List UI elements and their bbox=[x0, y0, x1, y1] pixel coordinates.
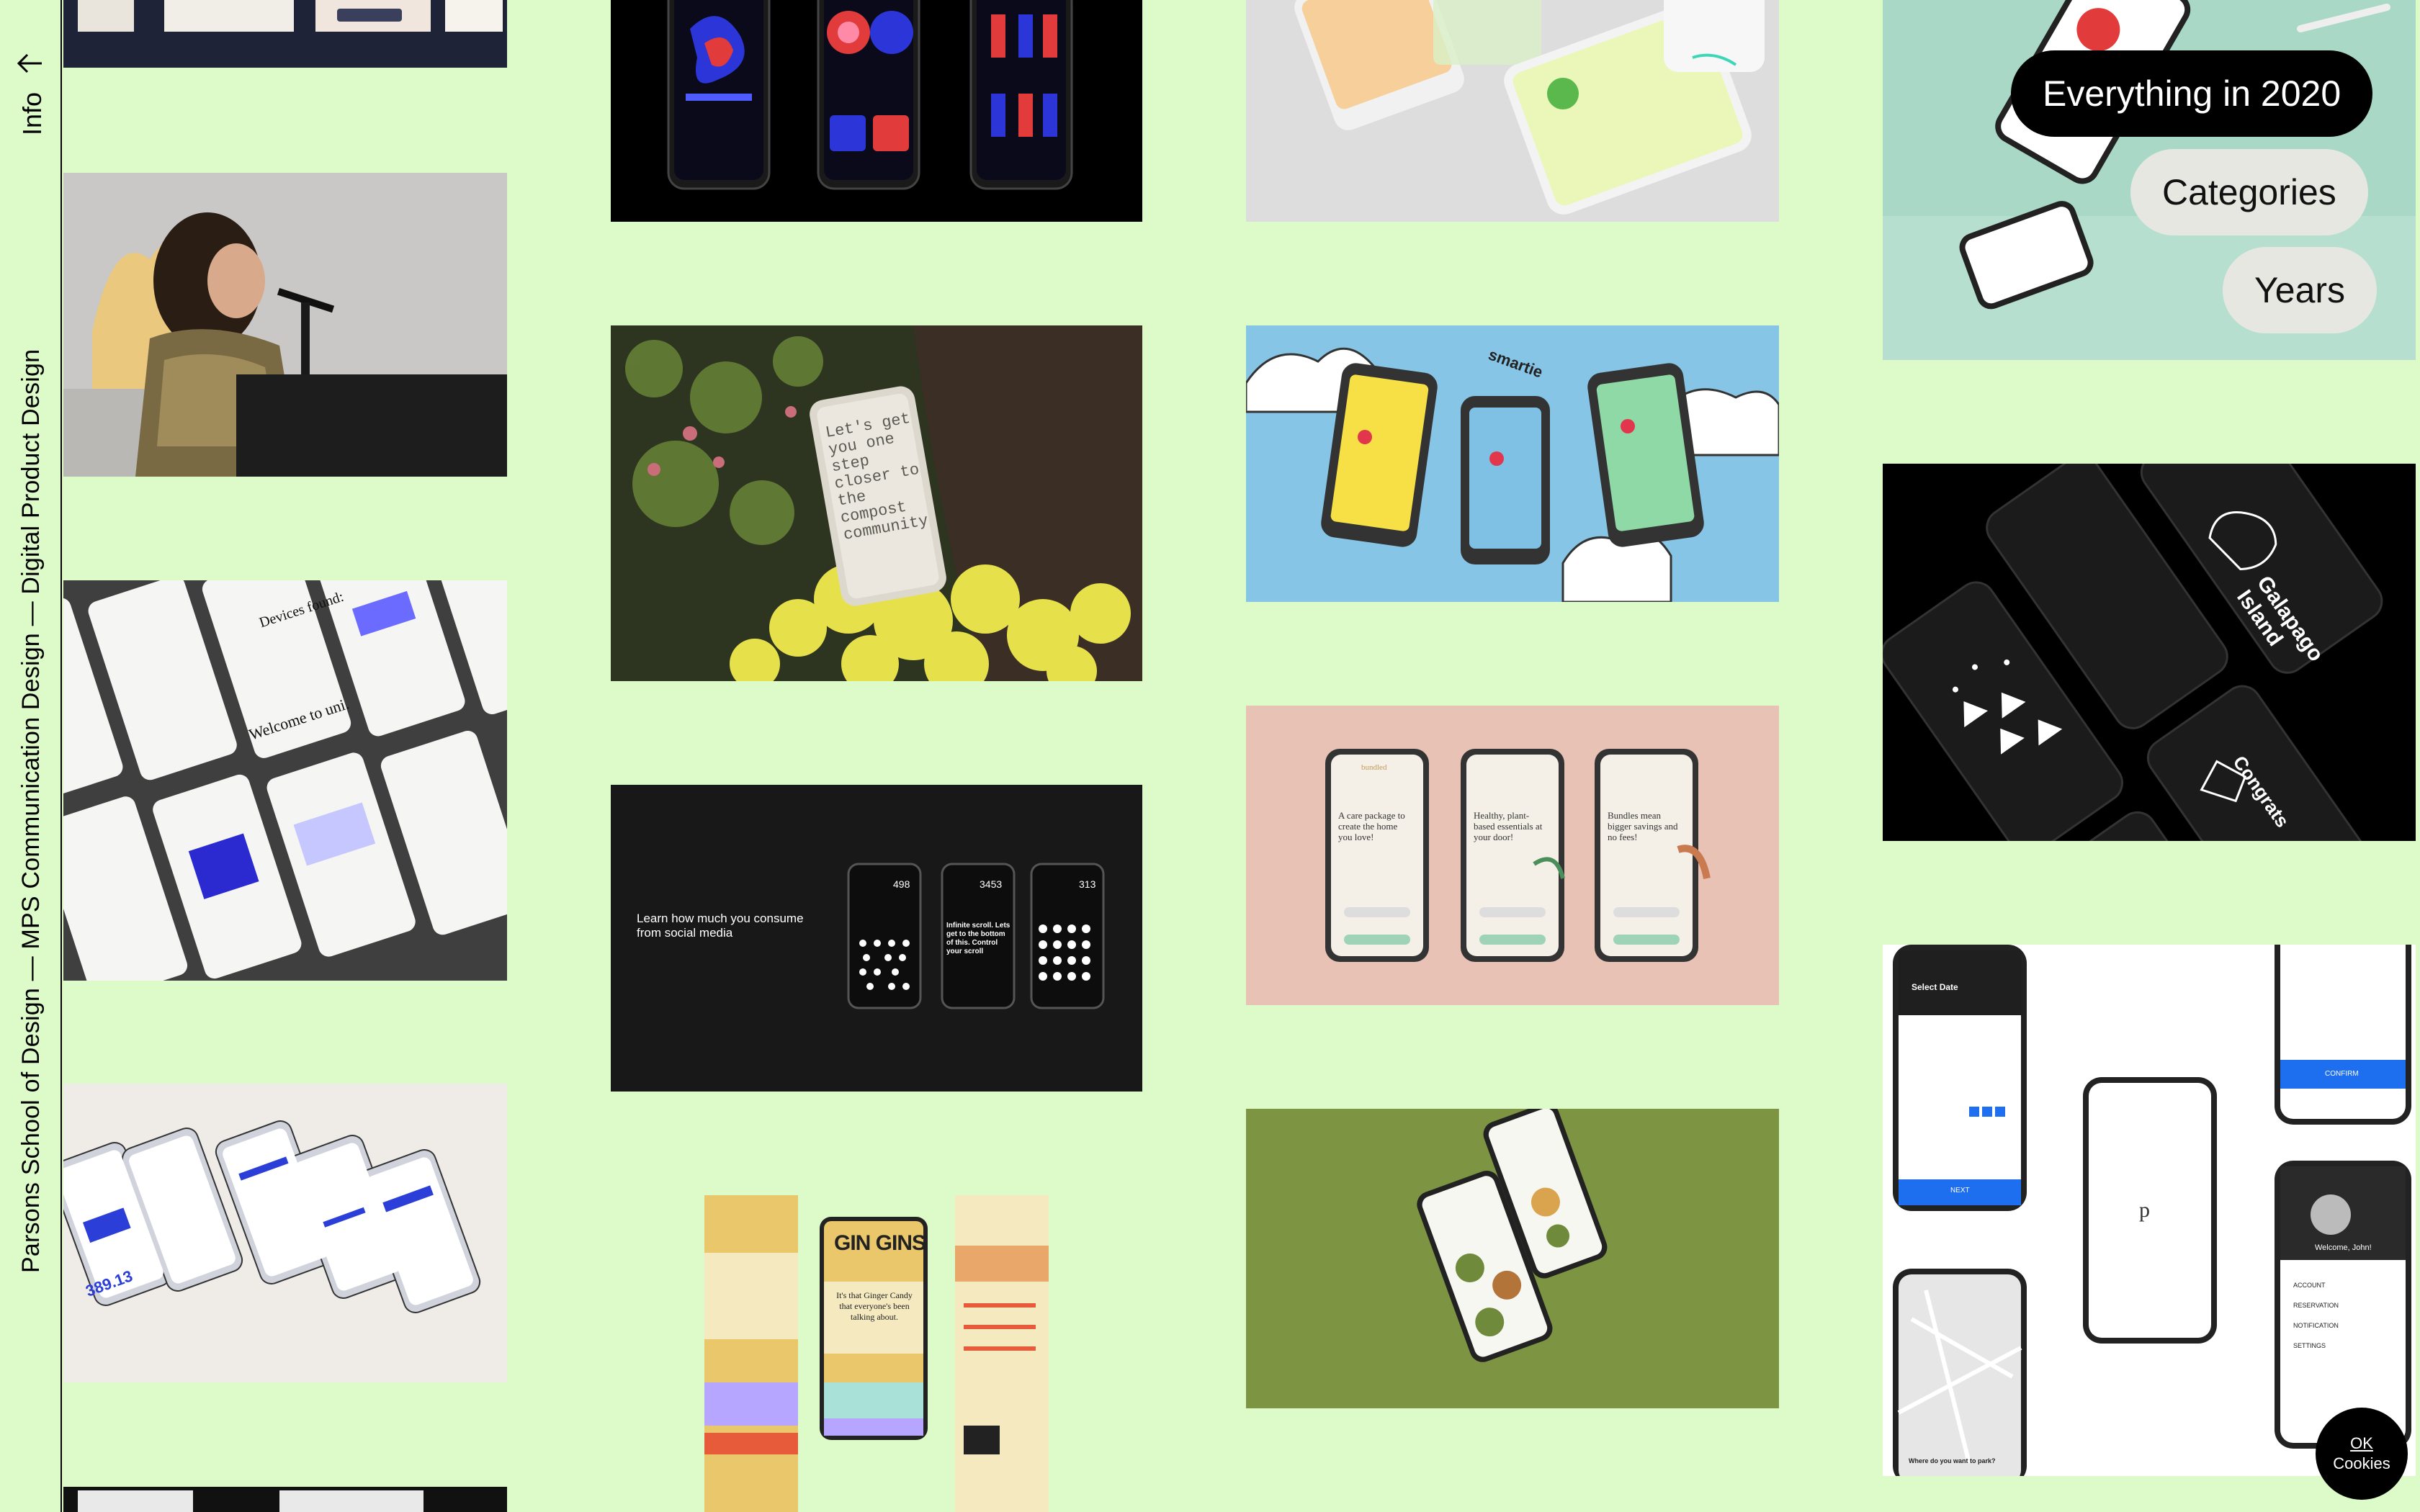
social-count-3: 313 bbox=[1079, 878, 1096, 890]
project-tile-smart-home[interactable]: Welcome to uni. Devices found: bbox=[63, 580, 507, 981]
parking-confirm: CONFIRM bbox=[2325, 1070, 2359, 1078]
parking-logo: p bbox=[2139, 1198, 2150, 1222]
speaker-photo bbox=[63, 173, 507, 477]
gingins-headline: It's that Ginger Candy that everyone's b… bbox=[836, 1290, 913, 1322]
project-tile-finance[interactable]: 389.13 bbox=[63, 1084, 507, 1382]
parking-menu-1: ACCOUNT bbox=[2293, 1282, 2326, 1289]
project-tile-top-col1[interactable] bbox=[63, 0, 507, 68]
parking-menu-4: SETTINGS bbox=[2293, 1342, 2326, 1349]
cookie-label: Cookies bbox=[2333, 1454, 2390, 1472]
project-tile-compost[interactable]: Let's get you one step closer to the com… bbox=[611, 325, 1142, 681]
gingins-brand: GIN GINS bbox=[834, 1231, 926, 1255]
parking-welcome: Welcome, John! bbox=[2315, 1243, 2372, 1252]
project-tile-smartie[interactable]: smartie bbox=[1246, 325, 1779, 602]
project-thumbnail bbox=[63, 0, 507, 68]
social-caption-2: Infinite scroll. Lets get to the bottom … bbox=[946, 922, 1010, 955]
info-label[interactable]: Info bbox=[17, 92, 48, 135]
bundled-brand-1: bundled bbox=[1361, 763, 1387, 772]
social-count-1: 498 bbox=[893, 878, 910, 890]
compost-headline: Let's get you one step closer to the com… bbox=[824, 409, 930, 544]
galapago-app-thumbnail bbox=[1883, 464, 2416, 841]
left-rail: Info Parsons School of Design — MPS Comm… bbox=[0, 0, 62, 1512]
food-app-thumbnail bbox=[1246, 1109, 1779, 1408]
project-tile-bottom-col1[interactable] bbox=[63, 1487, 507, 1512]
map-app-thumbnail bbox=[1246, 0, 1779, 222]
parking-next: NEXT bbox=[1950, 1187, 1970, 1194]
parking-menu-3: NOTIFICATION bbox=[2293, 1322, 2339, 1329]
bundled-app-thumbnail bbox=[1246, 706, 1779, 1005]
filter-years[interactable]: Years bbox=[2223, 247, 2378, 333]
social-headline: Learn how much you consume from social m… bbox=[637, 912, 804, 940]
smart-home-app-thumbnail bbox=[63, 580, 507, 981]
project-tile-parking[interactable]: Select Date NEXT p CONFIRM Welcome, John… bbox=[1883, 945, 2416, 1476]
project-tile-galapago[interactable]: Galapago Island Congrats bbox=[1883, 464, 2416, 841]
project-tile-gingins[interactable]: GIN GINS It's that Ginger Candy that eve… bbox=[704, 1195, 1049, 1512]
social-count-2: 3453 bbox=[980, 878, 1003, 890]
finance-app-thumbnail bbox=[63, 1084, 507, 1382]
parking-select-date: Select Date bbox=[1912, 982, 1958, 992]
bundled-caption-1: A care package to create the home you lo… bbox=[1338, 810, 1405, 842]
cookie-ok-label[interactable]: OK bbox=[2350, 1434, 2373, 1454]
parking-menu-2: RESERVATION bbox=[2293, 1302, 2339, 1309]
filter-current[interactable]: Everything in 2020 bbox=[2011, 50, 2373, 137]
filter-categories[interactable]: Categories bbox=[2130, 149, 2368, 235]
project-tile-map-app[interactable] bbox=[1246, 0, 1779, 222]
project-tile-illustrated-app[interactable] bbox=[611, 0, 1142, 222]
bundled-caption-2: Healthy, plant-based essentials at your … bbox=[1474, 810, 1543, 842]
project-tile-bundled[interactable]: bundled A care package to create the hom… bbox=[1246, 706, 1779, 1005]
parking-question: Where do you want to park? bbox=[1909, 1457, 1996, 1464]
project-tile-speaker[interactable] bbox=[63, 173, 507, 477]
arrow-left-icon bbox=[17, 53, 42, 73]
bundled-caption-3: Bundles mean bigger savings and no fees! bbox=[1608, 810, 1678, 842]
project-tile-food-app[interactable] bbox=[1246, 1109, 1779, 1408]
project-tile-social[interactable]: Learn how much you consume from social m… bbox=[611, 785, 1142, 1092]
program-title: Parsons School of Design — MPS Communica… bbox=[17, 348, 45, 1273]
project-thumbnail bbox=[63, 1487, 507, 1512]
illustrated-app-thumbnail bbox=[611, 0, 1142, 222]
cookie-consent-button[interactable]: OK Cookies bbox=[2316, 1408, 2408, 1500]
